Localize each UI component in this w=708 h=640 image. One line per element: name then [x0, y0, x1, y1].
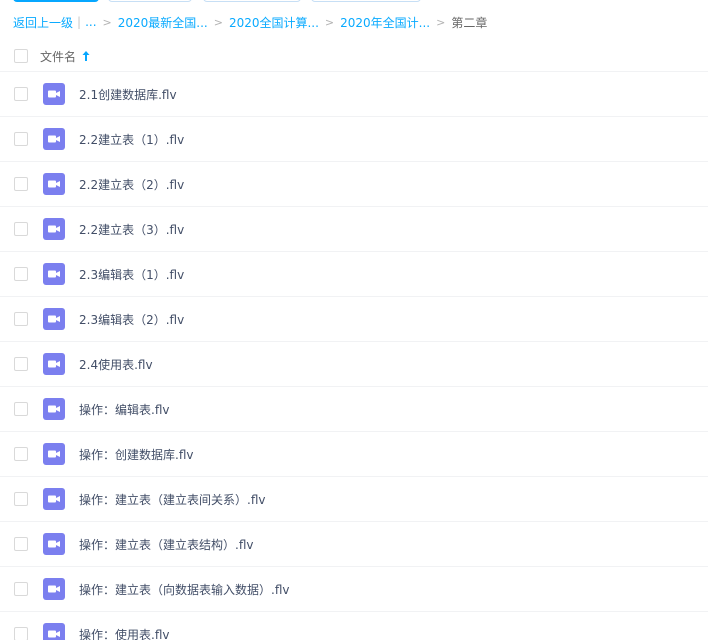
file-name[interactable]: 操作：编辑表.flv — [79, 401, 169, 418]
video-file-icon — [43, 533, 65, 555]
file-checkbox[interactable] — [14, 357, 28, 371]
file-row[interactable]: 2.3编辑表（2）.flv — [0, 297, 708, 342]
video-file-icon — [43, 173, 65, 195]
file-checkbox[interactable] — [14, 312, 28, 326]
name-column-header[interactable]: 文件名 — [40, 48, 76, 65]
toolbar — [0, 0, 708, 4]
breadcrumb-separator: > — [324, 15, 335, 29]
file-row[interactable]: 操作：编辑表.flv — [0, 387, 708, 432]
breadcrumb-item[interactable]: 2020年全国计... — [340, 14, 430, 31]
breadcrumb-current: 第二章 — [451, 15, 488, 30]
sort-ascending-icon[interactable] — [81, 50, 91, 62]
breadcrumb-separator: > — [102, 15, 112, 29]
file-row[interactable]: 2.4使用表.flv — [0, 342, 708, 387]
file-row[interactable]: 2.3编辑表（1）.flv — [0, 252, 708, 297]
video-file-icon — [43, 443, 65, 465]
file-row[interactable]: 操作：建立表（向数据表输入数据）.flv — [0, 567, 708, 612]
video-file-icon — [43, 128, 65, 150]
video-file-icon — [43, 488, 65, 510]
file-name[interactable]: 2.1创建数据库.flv — [79, 86, 177, 103]
file-checkbox[interactable] — [14, 627, 28, 640]
file-list: 2.1创建数据库.flv 2.2建立表（1）.flv 2.2建立表（2）.flv… — [0, 72, 708, 640]
file-row[interactable]: 操作：使用表.flv — [0, 612, 708, 640]
file-row[interactable]: 2.2建立表（1）.flv — [0, 117, 708, 162]
file-row[interactable]: 2.1创建数据库.flv — [0, 72, 708, 117]
back-link[interactable]: 返回上一级 — [13, 14, 73, 31]
new-folder-button[interactable] — [108, 0, 192, 2]
file-row[interactable]: 2.2建立表（3）.flv — [0, 207, 708, 252]
file-name[interactable]: 操作：建立表（建立表结构）.flv — [79, 536, 253, 553]
video-file-icon — [43, 578, 65, 600]
breadcrumb-ellipsis[interactable]: ... — [85, 15, 96, 29]
video-file-icon — [43, 623, 65, 640]
file-name[interactable]: 2.4使用表.flv — [79, 356, 153, 373]
breadcrumb-separator: > — [436, 15, 446, 29]
file-checkbox[interactable] — [14, 222, 28, 236]
file-name[interactable]: 操作：创建数据库.flv — [79, 446, 193, 463]
file-row[interactable]: 操作：建立表（建立表结构）.flv — [0, 522, 708, 567]
file-name[interactable]: 操作：建立表（向数据表输入数据）.flv — [79, 581, 289, 598]
breadcrumb-item[interactable]: 2020全国计算... — [229, 14, 319, 31]
file-name[interactable]: 2.2建立表（3）.flv — [79, 221, 184, 238]
breadcrumb-item[interactable]: 2020最新全国... — [118, 14, 208, 31]
list-header: 文件名 — [0, 41, 708, 72]
toolbar-button[interactable] — [311, 0, 421, 2]
breadcrumb: 返回上一级 | ... > 2020最新全国... > 2020全国计算... … — [13, 12, 487, 32]
file-name[interactable]: 2.3编辑表（1）.flv — [79, 266, 184, 283]
file-name[interactable]: 2.2建立表（1）.flv — [79, 131, 184, 148]
video-file-icon — [43, 398, 65, 420]
video-file-icon — [43, 308, 65, 330]
file-name[interactable]: 2.3编辑表（2）.flv — [79, 311, 184, 328]
file-checkbox[interactable] — [14, 267, 28, 281]
file-checkbox[interactable] — [14, 132, 28, 146]
file-name[interactable]: 2.2建立表（2）.flv — [79, 176, 184, 193]
file-name[interactable]: 操作：建立表（建立表间关系）.flv — [79, 491, 265, 508]
upload-button[interactable] — [13, 0, 99, 2]
video-file-icon — [43, 353, 65, 375]
file-checkbox[interactable] — [14, 447, 28, 461]
file-checkbox[interactable] — [14, 177, 28, 191]
select-all-checkbox[interactable] — [14, 49, 28, 63]
video-file-icon — [43, 263, 65, 285]
file-checkbox[interactable] — [14, 582, 28, 596]
file-checkbox[interactable] — [14, 537, 28, 551]
breadcrumb-divider: | — [77, 15, 82, 29]
file-row[interactable]: 2.2建立表（2）.flv — [0, 162, 708, 207]
file-browser: 返回上一级 | ... > 2020最新全国... > 2020全国计算... … — [0, 0, 708, 640]
video-file-icon — [43, 83, 65, 105]
file-checkbox[interactable] — [14, 492, 28, 506]
file-name[interactable]: 操作：使用表.flv — [79, 626, 169, 640]
offline-download-button[interactable] — [203, 0, 301, 2]
file-checkbox[interactable] — [14, 402, 28, 416]
file-checkbox[interactable] — [14, 87, 28, 101]
file-row[interactable]: 操作：创建数据库.flv — [0, 432, 708, 477]
breadcrumb-separator: > — [213, 15, 223, 29]
video-file-icon — [43, 218, 65, 240]
file-row[interactable]: 操作：建立表（建立表间关系）.flv — [0, 477, 708, 522]
